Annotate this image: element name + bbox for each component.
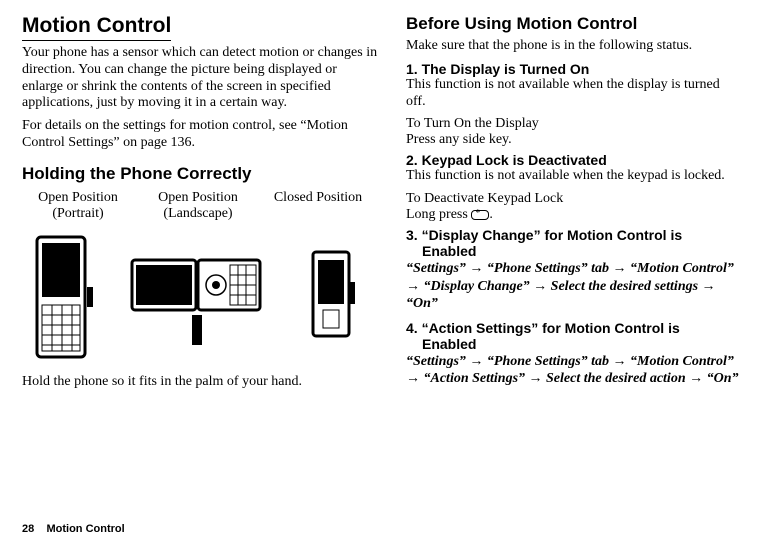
step-1: 1. The Display is Turned On This functio… <box>406 61 742 149</box>
step-4-path: “Settings” → “Phone Settings” tab → “Mot… <box>406 353 742 388</box>
step-4-head-l1: 4. “Action Settings” for Motion Control … <box>406 320 680 336</box>
step-2-head: 2. Keypad Lock is Deactivated <box>406 152 742 168</box>
step-2-body: This function is not available when the … <box>406 168 742 185</box>
step-2-subhead: To Deactivate Keypad Lock <box>406 191 742 207</box>
step-3-head-l1: 3. “Display Change” for Motion Control i… <box>406 227 682 243</box>
phone-open-portrait-icon <box>22 232 122 364</box>
phone-figures <box>22 228 378 364</box>
label-closed-l1: Closed Position <box>262 190 374 206</box>
phone-closed-icon <box>288 232 378 364</box>
step-1-subbody: Press any side key. <box>406 132 742 148</box>
label-open-landscape: Open Position (Landscape) <box>142 190 254 222</box>
hold-caption: Hold the phone so it fits in the palm of… <box>22 374 378 391</box>
details-ref-text: For details on the settings for motion c… <box>22 118 378 152</box>
label-open-portrait-l2: (Portrait) <box>22 206 134 222</box>
phone-position-labels: Open Position (Portrait) Open Position (… <box>22 190 378 222</box>
step-2-subbody-post: . <box>489 207 493 222</box>
label-open-portrait-l1: Open Position <box>22 190 134 206</box>
step-3-head: 3. “Display Change” for Motion Control i… <box>406 227 742 259</box>
step-3: 3. “Display Change” for Motion Control i… <box>406 227 742 313</box>
label-open-portrait: Open Position (Portrait) <box>22 190 134 222</box>
label-open-landscape-l1: Open Position <box>142 190 254 206</box>
page-footer: 28 Motion Control <box>22 523 742 535</box>
step-1-subhead: To Turn On the Display <box>406 116 742 132</box>
step-4: 4. “Action Settings” for Motion Control … <box>406 320 742 388</box>
before-using-title: Before Using Motion Control <box>406 14 742 34</box>
label-open-landscape-l2: (Landscape) <box>142 206 254 222</box>
holding-title: Holding the Phone Correctly <box>22 164 378 184</box>
intro-text: Your phone has a sensor which can detect… <box>22 45 378 112</box>
step-1-head: 1. The Display is Turned On <box>406 61 742 77</box>
footer-section: Motion Control <box>46 523 124 535</box>
label-closed: Closed Position <box>262 190 374 222</box>
step-1-body: This function is not available when the … <box>406 77 742 111</box>
step-3-path: “Settings” → “Phone Settings” tab → “Mot… <box>406 260 742 313</box>
phone-open-landscape-icon <box>130 232 280 364</box>
page-number: 28 <box>22 523 34 535</box>
left-column: Motion Control Your phone has a sensor w… <box>22 14 378 505</box>
make-sure-text: Make sure that the phone is in the follo… <box>406 38 742 55</box>
star-key-icon <box>471 210 489 220</box>
step-2: 2. Keypad Lock is Deactivated This funct… <box>406 152 742 223</box>
page-title: Motion Control <box>22 14 171 41</box>
right-column: Before Using Motion Control Make sure th… <box>406 14 742 505</box>
step-4-head: 4. “Action Settings” for Motion Control … <box>406 320 742 352</box>
step-4-head-l2: Enabled <box>406 336 742 352</box>
step-2-subbody: Long press . <box>406 207 742 223</box>
step-2-subbody-pre: Long press <box>406 207 471 222</box>
step-3-head-l2: Enabled <box>406 243 742 259</box>
